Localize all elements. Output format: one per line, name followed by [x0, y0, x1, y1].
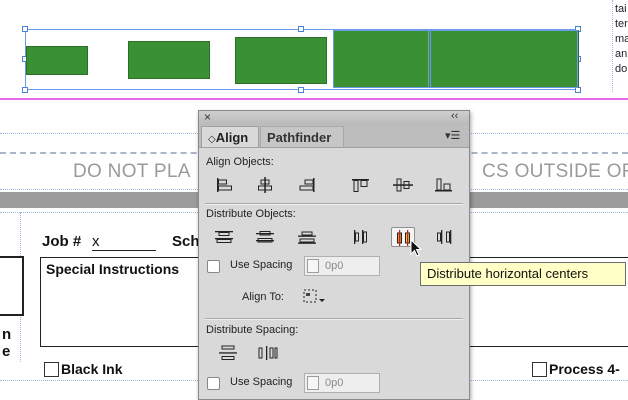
tab-pathfinder[interactable]: Pathfinder [260, 126, 344, 147]
green-rectangle[interactable] [128, 41, 210, 79]
selection-handle[interactable] [298, 87, 304, 93]
distribute-bottom-edges-icon [298, 231, 316, 244]
distribute-bottom-edges-button[interactable] [295, 227, 319, 247]
object-frame [333, 30, 431, 88]
distribute-vertical-centers-icon [256, 231, 274, 243]
selection-handle[interactable] [298, 26, 304, 32]
tooltip: Distribute horizontal centers [420, 262, 626, 286]
distribute-horizontal-space-button[interactable] [256, 343, 280, 363]
align-vertical-centers-icon [393, 178, 413, 192]
black-ink-label: Black Ink [61, 361, 123, 377]
margin-guide [0, 98, 628, 100]
spinner-icon[interactable] [307, 376, 319, 390]
use-spacing-checkbox-2[interactable] [207, 377, 220, 390]
black-ink-checkbox[interactable] [44, 362, 59, 377]
distribute-objects-heading: Distribute Objects: [206, 208, 296, 220]
distribute-right-edges-button[interactable] [432, 227, 456, 247]
distribute-right-edges-icon [437, 230, 452, 244]
distribute-spacing-heading: Distribute Spacing: [206, 324, 299, 336]
panel-titlebar[interactable]: × ‹‹ [199, 110, 469, 126]
spinner-icon[interactable] [307, 259, 319, 273]
align-right-edges-icon [299, 178, 315, 192]
use-spacing-checkbox[interactable] [207, 260, 220, 273]
align-panel: × ‹‹ ◇Align Pathfinder ▾☰ Align Objects:… [198, 110, 470, 400]
collapse-icon[interactable]: ‹‹ [451, 110, 458, 122]
use-spacing-label-2: Use Spacing [230, 376, 293, 388]
distribute-left-edges-button[interactable] [349, 227, 373, 247]
job-label: Job # [42, 233, 82, 250]
align-left-edges-icon [217, 178, 232, 192]
align-bottom-edges-icon [435, 178, 452, 192]
panel-tabs: ◇Align Pathfinder ▾☰ [199, 125, 469, 148]
align-horizontal-centers-button[interactable] [253, 175, 277, 195]
distribute-horizontal-space-icon [258, 346, 278, 360]
close-icon[interactable]: × [204, 110, 211, 124]
use-spacing-label: Use Spacing [230, 259, 293, 271]
align-objects-heading: Align Objects: [206, 156, 274, 168]
align-top-edges-icon [352, 179, 369, 192]
selection-handle[interactable] [22, 26, 28, 32]
distribute-vertical-centers-button[interactable] [253, 227, 277, 247]
spacing-field-2[interactable]: 0p0 [304, 373, 380, 393]
align-right-edges-button[interactable] [295, 175, 319, 195]
selection-handle[interactable] [22, 87, 28, 93]
text-column-fragment: tai ter ma an do [615, 3, 628, 75]
align-to-label: Align To: [242, 291, 284, 303]
mouse-cursor-icon [410, 239, 423, 257]
left-edge-box [0, 256, 24, 316]
banner-text-right: CS OUTSIDE OF [482, 161, 628, 182]
schedule-label-fragment: Sch [172, 233, 200, 250]
distribute-top-edges-icon [215, 231, 233, 243]
distribute-spacing-field[interactable]: 0p0 [304, 256, 380, 276]
align-bottom-edges-button[interactable] [432, 175, 456, 195]
distribute-vertical-space-button[interactable] [216, 343, 240, 363]
green-rectangle[interactable] [26, 46, 88, 75]
left-fragment: e [2, 343, 11, 360]
panel-menu-icon[interactable]: ▾☰ [445, 129, 460, 142]
align-top-edges-button[interactable] [349, 175, 373, 195]
object-frame [428, 30, 578, 88]
process-label: Process 4- [549, 361, 620, 377]
banner-text-left: DO NOT PLA [73, 161, 191, 182]
tab-align[interactable]: ◇Align [201, 126, 259, 147]
special-instructions-label: Special Instructions [46, 261, 180, 277]
process-checkbox[interactable] [532, 362, 547, 377]
distribute-top-edges-button[interactable] [212, 227, 236, 247]
distribute-vertical-space-icon [219, 345, 237, 360]
tab-stepper-icon: ◇ [208, 134, 216, 145]
green-rectangle[interactable] [235, 37, 327, 84]
distribute-left-edges-icon [354, 230, 367, 244]
left-fragment: n [2, 326, 12, 343]
align-horizontal-centers-icon [258, 177, 272, 193]
align-to-selection-icon[interactable] [302, 288, 326, 306]
align-vertical-centers-button[interactable] [391, 175, 415, 195]
job-value[interactable]: x [92, 233, 156, 251]
align-left-edges-button[interactable] [212, 175, 236, 195]
